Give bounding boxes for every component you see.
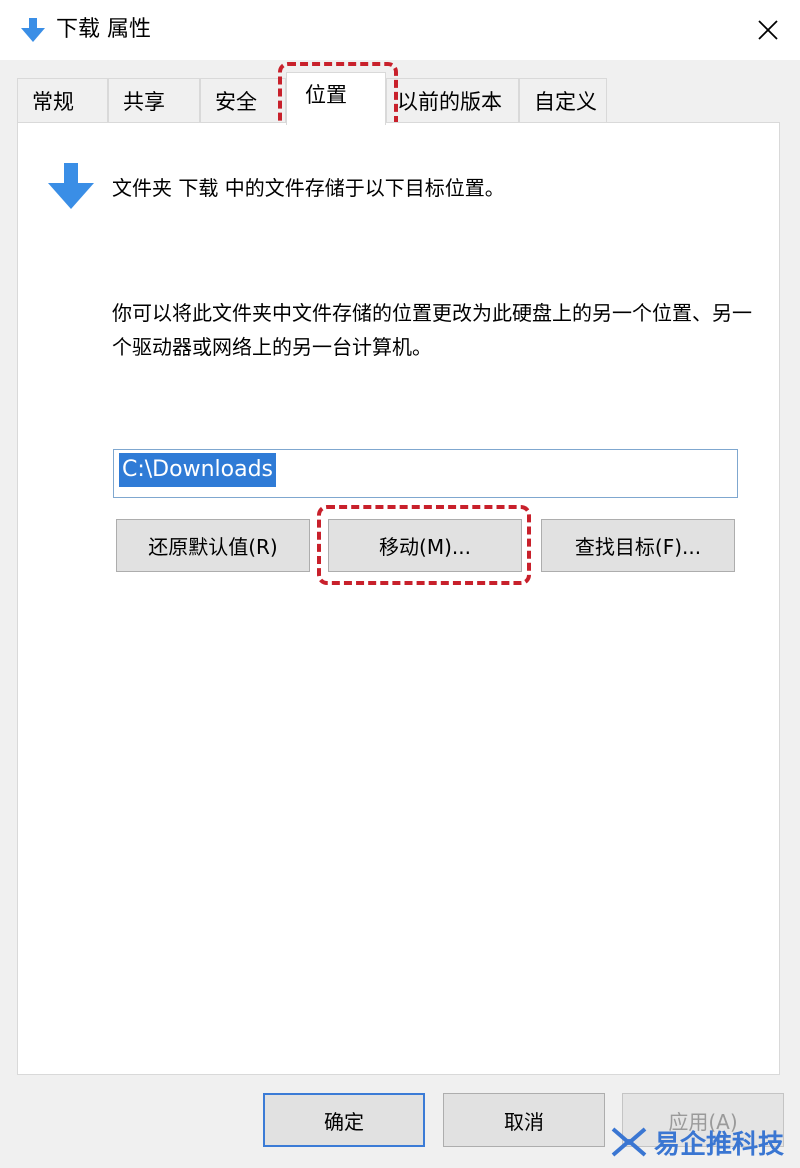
- properties-window: 下载 属性 常规 共享 安全 位置 以前的版本 自定义 文件夹 下载 中的文件存…: [0, 0, 800, 1168]
- close-icon: [758, 20, 778, 40]
- location-description: 你可以将此文件夹中文件存储的位置更改为此硬盘上的另一个位置、另一个驱动器或网络上…: [112, 301, 752, 359]
- location-panel: 文件夹 下载 中的文件存储于以下目标位置。 你可以将此文件夹中文件存储的位置更改…: [17, 122, 780, 1075]
- title-bar: 下载 属性: [0, 0, 800, 60]
- tab-bar: 常规 共享 安全 位置 以前的版本 自定义: [17, 72, 787, 125]
- watermark: 易企推科技: [610, 1120, 784, 1164]
- tab-general[interactable]: 常规: [17, 78, 108, 124]
- path-value: C:\Downloads: [119, 453, 277, 487]
- cancel-button[interactable]: 取消: [443, 1093, 605, 1147]
- find-target-button[interactable]: 查找目标(F)...: [541, 519, 735, 572]
- tab-previous-versions[interactable]: 以前的版本: [386, 78, 519, 124]
- close-button[interactable]: [742, 8, 794, 52]
- tab-location[interactable]: 位置: [286, 72, 386, 125]
- move-button[interactable]: 移动(M)...: [328, 519, 522, 572]
- tab-customize[interactable]: 自定义: [519, 78, 607, 124]
- location-heading: 文件夹 下载 中的文件存储于以下目标位置。: [112, 176, 505, 200]
- watermark-text: 易企推科技: [654, 1129, 785, 1160]
- ok-button[interactable]: 确定: [263, 1093, 425, 1147]
- download-arrow-icon: [21, 18, 45, 42]
- tab-security[interactable]: 安全: [200, 78, 286, 124]
- download-arrow-icon: [48, 163, 94, 209]
- logo-icon: [611, 1127, 647, 1157]
- path-input[interactable]: C:\Downloads: [113, 449, 738, 498]
- window-title: 下载 属性: [56, 17, 151, 42]
- tab-sharing[interactable]: 共享: [108, 78, 200, 124]
- restore-default-button[interactable]: 还原默认值(R): [116, 519, 310, 572]
